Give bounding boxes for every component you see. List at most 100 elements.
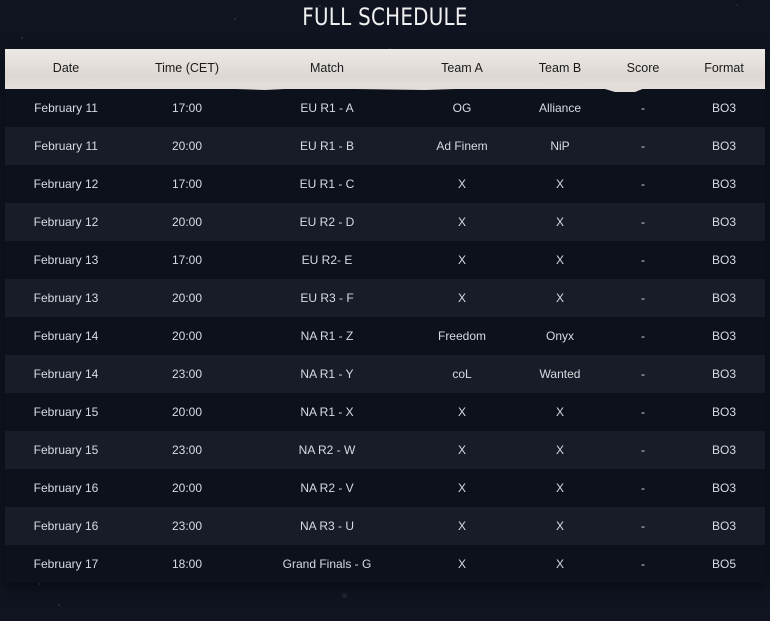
- table-row: February 16 20:00 NA R2 - V X X - BO3: [5, 469, 765, 507]
- table-row: February 15 23:00 NA R2 - W X X - BO3: [5, 431, 765, 469]
- cell-team-b: X: [555, 519, 564, 533]
- cell-format: BO3: [711, 367, 736, 381]
- cell-match: EU R2 - D: [299, 215, 355, 229]
- cell-format: BO3: [711, 139, 736, 153]
- cell-format: BO3: [711, 177, 736, 191]
- header-row: Date Time (CET) Match Team A Team B Scor…: [5, 49, 765, 87]
- table-row: February 13 20:00 EU R3 - F X X - BO3: [5, 279, 765, 317]
- cell-format: BO3: [711, 481, 736, 495]
- cell-team-a: coL: [452, 367, 472, 381]
- cell-team-b: NiP: [550, 139, 570, 153]
- table-row: February 11 17:00 EU R1 - A OG Alliance - BO3: [5, 89, 765, 127]
- cell-team-a: X: [457, 519, 466, 533]
- cell-team-b: X: [555, 253, 564, 267]
- cell-date: February 15: [33, 443, 99, 457]
- table-row: February 14 23:00 NA R1 - Y coL Wanted - BO3: [5, 355, 765, 393]
- cell-date: February 12: [33, 177, 99, 191]
- table-body: February 11 17:00 EU R1 - A OG Alliance - BO3 F…: [5, 89, 765, 583]
- column-header-date: Date: [52, 61, 80, 75]
- cell-time: 23:00: [171, 519, 203, 533]
- cell-time: 20:00: [171, 405, 203, 419]
- cell-time: 17:00: [171, 177, 203, 191]
- table-row: February 13 17:00 EU R2- E X X - BO3: [5, 241, 765, 279]
- cell-date: February 13: [33, 253, 99, 267]
- cell-score: -: [641, 291, 645, 305]
- cell-score: -: [641, 367, 645, 381]
- cell-team-b: Alliance: [538, 101, 582, 115]
- cell-format: BO3: [711, 253, 736, 267]
- cell-score: -: [641, 405, 645, 419]
- cell-time: 17:00: [171, 101, 203, 115]
- cell-team-b: X: [555, 177, 564, 191]
- cell-team-a: X: [457, 405, 466, 419]
- star-dot: [38, 583, 40, 585]
- cell-team-b: X: [555, 215, 564, 229]
- schedule-table: Date Time (CET) Match Team A Team B Scor…: [5, 49, 765, 583]
- cell-date: February 11: [34, 101, 98, 115]
- table-row: February 12 20:00 EU R2 - D X X - BO3: [5, 203, 765, 241]
- cell-match: NA R1 - X: [300, 405, 354, 419]
- cell-date: February 15: [33, 405, 99, 419]
- cell-time: 23:00: [171, 367, 203, 381]
- cell-team-a: X: [457, 481, 466, 495]
- cell-match: NA R1 - Z: [300, 329, 354, 343]
- cell-date: February 13: [33, 291, 99, 305]
- cell-format: BO3: [711, 405, 736, 419]
- cell-team-a: X: [457, 291, 466, 305]
- cell-match: NA R2 - W: [298, 443, 356, 457]
- star-dot: [342, 593, 347, 598]
- cell-team-b: X: [555, 405, 564, 419]
- cell-time: 17:00: [171, 253, 203, 267]
- cell-time: 20:00: [171, 215, 203, 229]
- column-header-team-b: Team B: [538, 61, 582, 75]
- cell-format: BO5: [711, 557, 736, 571]
- cell-date: February 12: [33, 215, 99, 229]
- cell-score: -: [641, 253, 645, 267]
- table-row: February 14 20:00 NA R1 - Z Freedom Onyx - BO3: [5, 317, 765, 355]
- cell-team-a: X: [457, 557, 466, 571]
- cell-date: February 17: [33, 557, 99, 571]
- column-header-team-a: Team A: [441, 61, 483, 75]
- cell-score: -: [641, 557, 645, 571]
- cell-date: February 14: [33, 329, 99, 343]
- cell-match: EU R1 - B: [299, 139, 354, 153]
- star-dot: [21, 37, 23, 39]
- cell-team-b: X: [555, 291, 564, 305]
- column-header-score: Score: [626, 61, 660, 75]
- cell-date: February 16: [33, 481, 99, 495]
- table-row: February 11 20:00 EU R1 - B Ad Finem NiP - BO3: [5, 127, 765, 165]
- cell-score: -: [641, 481, 645, 495]
- cell-team-b: Onyx: [545, 329, 574, 343]
- cell-score: -: [641, 329, 645, 343]
- cell-format: BO3: [711, 215, 736, 229]
- column-header-match: Match: [309, 61, 345, 75]
- cell-match: NA R2 - V: [300, 481, 354, 495]
- cell-date: February 11: [34, 139, 98, 153]
- cell-team-b: X: [555, 481, 564, 495]
- cell-time: 20:00: [171, 481, 203, 495]
- cell-format: BO3: [711, 443, 736, 457]
- cell-match: EU R2- E: [301, 253, 353, 267]
- cell-score: -: [641, 215, 645, 229]
- table-row: February 17 18:00 Grand Finals - G X X - BO5: [5, 545, 765, 583]
- cell-team-a: X: [457, 215, 466, 229]
- cell-time: 23:00: [171, 443, 203, 457]
- cell-team-b: Wanted: [539, 367, 581, 381]
- column-header-format: Format: [704, 61, 744, 75]
- cell-score: -: [641, 519, 645, 533]
- cell-team-a: X: [457, 177, 466, 191]
- cell-score: -: [641, 177, 645, 191]
- table-row: February 15 20:00 NA R1 - X X X - BO3: [5, 393, 765, 431]
- cell-match: NA R1 - Y: [300, 367, 354, 381]
- cell-team-a: X: [457, 443, 466, 457]
- cell-team-b: X: [555, 557, 564, 571]
- cell-score: -: [641, 139, 645, 153]
- cell-time: 20:00: [171, 329, 203, 343]
- cell-team-a: OG: [452, 101, 472, 115]
- table-header: Date Time (CET) Match Team A Team B Scor…: [5, 49, 765, 92]
- cell-score: -: [641, 443, 645, 457]
- cell-time: 18:00: [171, 557, 203, 571]
- cell-format: BO3: [711, 329, 736, 343]
- cell-match: EU R1 - A: [300, 101, 354, 115]
- cell-team-b: X: [555, 443, 564, 457]
